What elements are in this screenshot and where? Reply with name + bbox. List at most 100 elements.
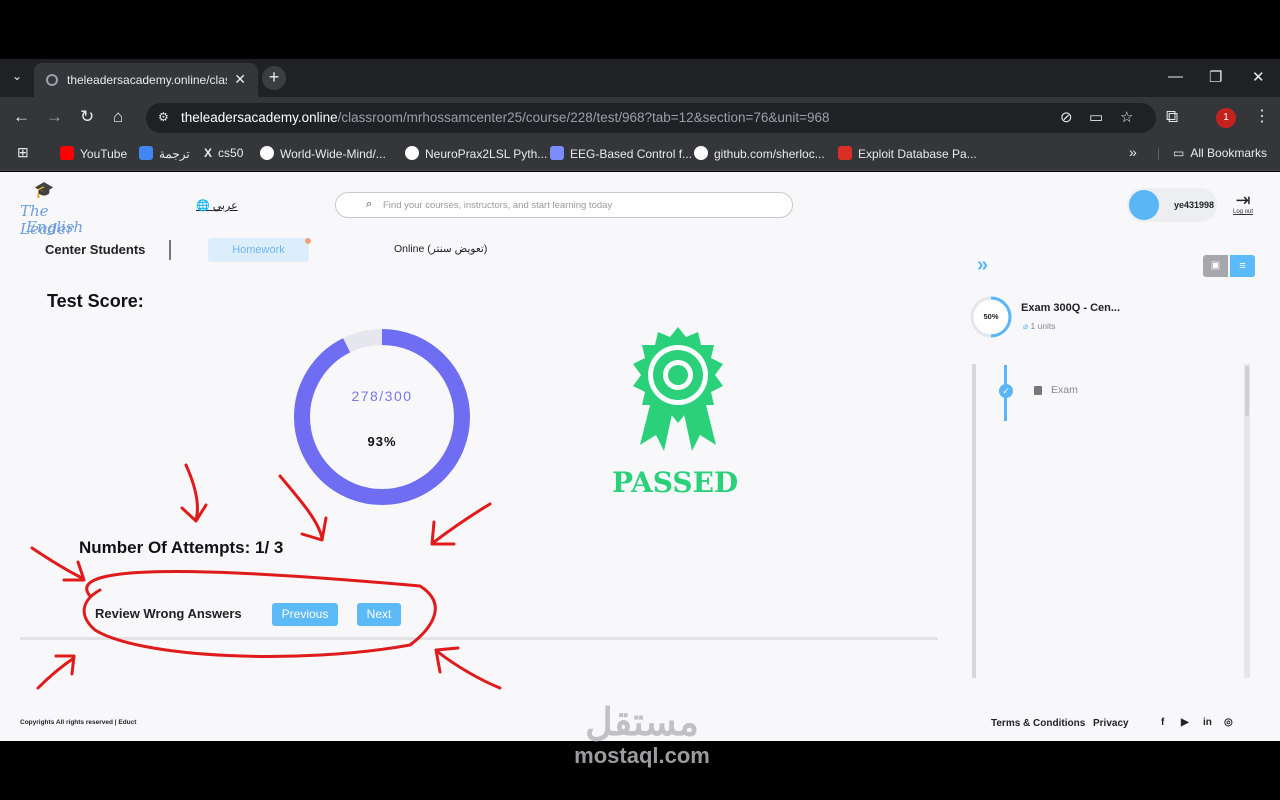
reload-icon[interactable]: ↻ [80, 107, 94, 127]
paperclip-icon: ⌀ [1023, 321, 1029, 331]
more-bookmarks-chevron-icon[interactable]: » [1129, 144, 1137, 160]
url-host: theleadersacademy.online [181, 110, 338, 125]
youtube-icon [60, 146, 74, 160]
list-view-icon[interactable]: ≡ [1230, 255, 1255, 277]
score-percent: 93% [367, 434, 397, 449]
logo-text-line2: English [26, 218, 84, 236]
youtube-icon[interactable]: ▶ [1181, 717, 1189, 728]
graduation-cap-icon: 🎓 [34, 182, 54, 199]
sidebar-item-exam[interactable]: Exam [1051, 384, 1078, 396]
browser-tab-bar: ⌄ theleadersacademy.online/classroom ✕ +… [0, 59, 1280, 97]
paper-icon [550, 146, 564, 160]
bookmark-label: World-Wide-Mind/... [280, 147, 386, 161]
online-tab[interactable]: Online (تعويض سنتر) [394, 243, 487, 255]
user-menu[interactable]: ye431998 [1127, 188, 1217, 222]
apps-grid-icon[interactable]: ⊞ [17, 144, 29, 161]
logout-label: Log out [1232, 209, 1254, 215]
bookmark-neuroprax[interactable]: NeuroPrax2LSL Pyth... [405, 146, 547, 161]
bookmark-label: EEG-Based Control f... [570, 147, 693, 161]
github-icon [260, 146, 274, 160]
linkedin-icon[interactable]: in [1203, 717, 1212, 728]
panel-scrollbar[interactable] [1244, 364, 1250, 678]
bookmark-eeg[interactable]: EEG-Based Control f... [550, 146, 692, 161]
bookmarks-divider: | [1157, 146, 1161, 160]
bookmark-label: ترجمة [159, 147, 190, 161]
search-placeholder: Find your courses, instructors, and star… [383, 200, 613, 211]
all-bookmarks-folder[interactable]: ▭ All Bookmarks [1173, 146, 1267, 160]
view-toggle[interactable]: ▣ ≡ [1203, 255, 1255, 277]
logout-icon: ⇥ [1235, 190, 1251, 210]
watermark-latin: mostaql.com [574, 743, 710, 768]
window-close-icon[interactable]: ✕ [1252, 68, 1265, 86]
privacy-link[interactable]: Privacy [1093, 718, 1129, 729]
browser-toolbar: ← → ↻ ⌂ ⚙ theleadersacademy.online/class… [0, 97, 1280, 139]
profile-avatar[interactable]: 1 [1216, 108, 1236, 128]
restore-icon[interactable]: ❐ [1209, 68, 1222, 86]
watermark-arabic: مستقل [585, 702, 699, 744]
address-bar[interactable]: ⚙ theleadersacademy.online/classroom/mrh… [146, 103, 1156, 133]
translate-icon [139, 146, 153, 160]
grid-view-icon[interactable]: ▣ [1203, 255, 1228, 277]
tab-search-chevron-icon[interactable]: ⌄ [12, 69, 22, 83]
check-icon: ✓ [999, 384, 1013, 398]
github-icon [405, 146, 419, 160]
review-wrong-answers[interactable]: Review Wrong Answers [95, 606, 242, 621]
test-score-heading: Test Score: [47, 291, 144, 311]
collapse-chevrons-icon[interactable]: » [977, 254, 988, 277]
course-search-input[interactable]: ⌕ Find your courses, instructors, and st… [335, 192, 793, 218]
home-icon[interactable]: ⌂ [113, 107, 123, 127]
location-blocked-icon[interactable]: ⊘ [1060, 108, 1073, 126]
award-ribbon-icon [633, 327, 723, 451]
bookmark-sherlock[interactable]: github.com/sherloc... [694, 146, 825, 161]
back-arrow-icon[interactable]: ← [13, 107, 30, 127]
bookmarks-bar: ⊞ YouTube ترجمة Xcs50 World-Wide-Mind/..… [0, 139, 1280, 171]
extensions-puzzle-icon[interactable]: ⧉ [1166, 107, 1178, 127]
section-title: Center Students [45, 242, 146, 257]
bookmark-star-icon[interactable]: ☆ [1120, 108, 1133, 126]
avatar [1129, 190, 1159, 220]
facebook-icon[interactable]: f [1161, 717, 1164, 728]
units-label: 1 units [1030, 321, 1056, 331]
bookmark-cs50[interactable]: Xcs50 [204, 146, 243, 160]
site-logo[interactable]: 🎓 The Leader English [20, 180, 90, 238]
logout-button[interactable]: ⇥ Log out [1230, 191, 1256, 215]
panel-border [972, 364, 976, 678]
attempts-count: Number Of Attempts: 1/ 3 [79, 538, 284, 557]
menu-kebab-icon[interactable]: ⋮ [1254, 106, 1270, 126]
language-switch[interactable]: 🌐 عربي [196, 199, 238, 212]
address-url: theleadersacademy.online/classroom/mrhos… [181, 110, 830, 125]
bookmark-exploit-db[interactable]: Exploit Database Pa... [838, 146, 977, 161]
bookmark-label: cs50 [218, 146, 244, 160]
terms-link[interactable]: Terms & Conditions [991, 718, 1085, 729]
content-divider [20, 637, 938, 640]
install-app-icon[interactable]: ▭ [1089, 108, 1103, 126]
instagram-icon[interactable]: ◎ [1224, 717, 1233, 728]
bookmark-youtube[interactable]: YouTube [60, 146, 127, 161]
scrollbar-thumb[interactable] [1245, 366, 1249, 416]
new-tab-button[interactable]: + [262, 66, 286, 90]
browser-tab[interactable]: theleadersacademy.online/classroom ✕ [34, 63, 258, 97]
bookmark-translate[interactable]: ترجمة [139, 146, 190, 161]
github-icon [694, 146, 708, 160]
score-value: 278/300 [351, 388, 413, 404]
mostaql-watermark: مستقل mostaql.com [562, 703, 722, 769]
minimize-icon[interactable]: — [1168, 68, 1183, 85]
tab-close-icon[interactable]: ✕ [234, 71, 246, 88]
bookmark-label: Exploit Database Pa... [858, 147, 977, 161]
next-button[interactable]: Next [357, 603, 401, 626]
site-info-icon[interactable]: ⚙ [158, 110, 169, 124]
all-bookmarks-label: All Bookmarks [1190, 146, 1268, 160]
url-path: /classroom/mrhossamcenter25/course/228/t… [337, 110, 830, 125]
passed-label: PASSED [612, 466, 739, 499]
language-label: عربي [212, 200, 238, 212]
bookmark-world-wide-mind[interactable]: World-Wide-Mind/... [260, 146, 386, 161]
forward-arrow-icon[interactable]: → [46, 107, 63, 127]
homework-tab[interactable]: Homework [208, 238, 309, 262]
previous-button[interactable]: Previous [272, 603, 338, 626]
globe-icon: 🌐 [196, 200, 210, 212]
bookmark-label: github.com/sherloc... [714, 147, 825, 161]
screen: ⌄ theleadersacademy.online/classroom ✕ +… [0, 0, 1280, 800]
score-ring-fill [294, 329, 470, 505]
search-icon: ⌕ [366, 198, 373, 210]
course-title[interactable]: Exam 300Q - Cen... [1021, 302, 1120, 314]
